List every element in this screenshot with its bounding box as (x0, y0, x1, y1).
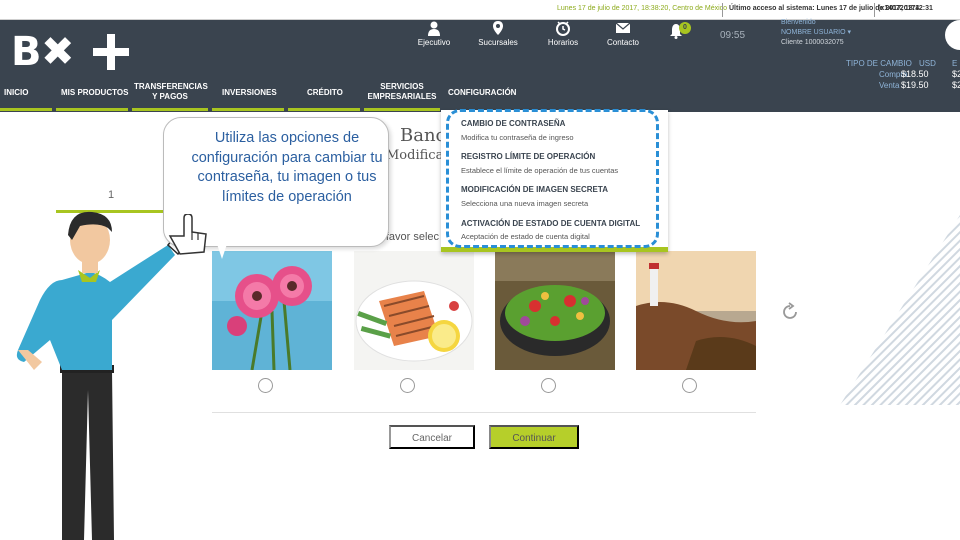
notification-badge: 0 (679, 22, 691, 34)
image-option-salad[interactable] (495, 251, 615, 370)
buy-value: $18.50 (901, 69, 929, 79)
man-illustration (16, 211, 207, 540)
step-number: 1 (108, 189, 115, 201)
highlight-frame (446, 109, 659, 248)
exchange-title: TIPO DE CAMBIO (846, 59, 912, 68)
horarios-label: Horarios (547, 38, 579, 47)
exchange-values: $18.50 $19.50 (901, 69, 929, 91)
separator (722, 3, 723, 17)
location-pin-icon (493, 21, 503, 35)
continue-button[interactable]: Continuar (489, 425, 579, 449)
radio-option-flowers[interactable] (258, 378, 273, 393)
cancel-button[interactable]: Cancelar (389, 425, 475, 449)
contacto-button[interactable]: Contacto (593, 20, 653, 47)
divider (212, 412, 756, 413)
horarios-button[interactable]: Horarios (533, 20, 593, 47)
nav-underline (0, 108, 52, 111)
reload-icon[interactable] (780, 302, 800, 322)
nav-underline (288, 108, 360, 111)
image-option-lighthouse[interactable] (636, 251, 756, 370)
client-id-text: (x140720174 (878, 5, 920, 12)
welcome-text: Bienvenido (781, 19, 816, 26)
decorative-stripes (840, 215, 960, 405)
bx-plus-logo[interactable]: B ✖ (11, 30, 129, 74)
buy-value-2: $2 (952, 69, 960, 79)
nav-underline (56, 108, 128, 111)
client-number: Cliente 1000032075 (781, 39, 844, 46)
ejecutivo-label: Ejecutivo (417, 38, 451, 47)
nav-underline (132, 108, 208, 111)
user-name: NOMBRE USUARIO ▾ (781, 29, 852, 36)
image-option-flowers[interactable] (212, 251, 332, 370)
sell-value-2: $2 (952, 80, 960, 90)
page-title: Banc (400, 125, 446, 146)
radio-option-salad[interactable] (541, 378, 556, 393)
pointer-cursor-icon (168, 214, 207, 255)
exchange-values-2: $2 $2 (952, 69, 960, 91)
envelope-icon (615, 22, 631, 33)
separator (874, 3, 875, 17)
image-option-salmon[interactable] (354, 251, 474, 370)
sell-value: $19.50 (901, 80, 929, 90)
person-icon (428, 21, 440, 36)
sucursales-label: Sucursales (478, 38, 518, 47)
ejecutivo-button[interactable]: Ejecutivo (404, 20, 464, 47)
exchange-currency: USD (919, 59, 936, 68)
user-welcome-block[interactable]: Bienvenido NOMBRE USUARIO ▾ Cliente 1000… (781, 18, 851, 48)
nav-item-transferencias[interactable]: TRANSFERENCIAS Y PAGOS (134, 82, 208, 108)
nav-item-servicios[interactable]: SERVICIOS EMPRESARIALES (366, 82, 438, 108)
clock-icon (556, 21, 570, 36)
chevron-down-icon: ▾ (847, 29, 852, 36)
tooltip-text: Utiliza las opciones de configuración pa… (191, 130, 383, 205)
sucursales-button[interactable]: Sucursales (468, 20, 528, 47)
radio-option-lighthouse[interactable] (682, 378, 697, 393)
top-info-bar: Lunes 17 de julio de 2017, 18:38:20, Cen… (0, 0, 960, 20)
contacto-label: Contacto (606, 38, 640, 47)
nav-underline (364, 108, 440, 111)
nav-underline (212, 108, 284, 111)
radio-option-salmon[interactable] (400, 378, 415, 393)
current-date-text: Lunes 17 de julio de 2017, 18:38:20, Cen… (557, 5, 728, 12)
session-timer: 09:55 (720, 30, 746, 41)
exchange-currency-2: E (952, 59, 958, 68)
tooltip-tail (214, 235, 230, 259)
